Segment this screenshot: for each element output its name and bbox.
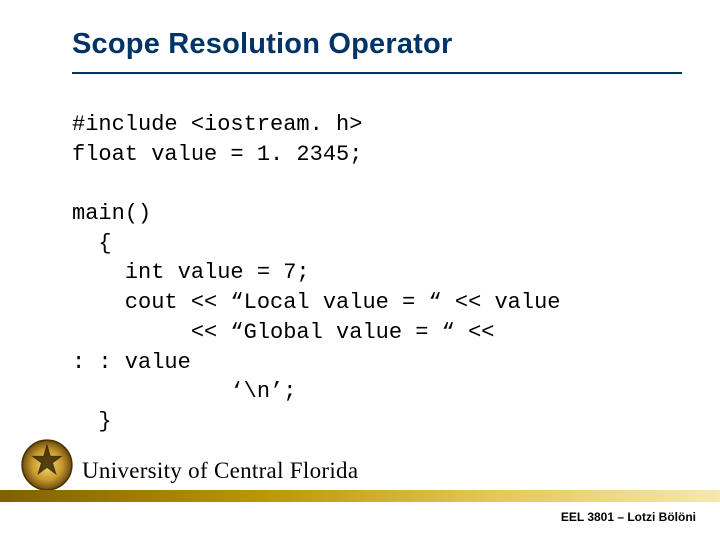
title-underline bbox=[72, 72, 682, 74]
course-credit: EEL 3801 – Lotzi Bölöni bbox=[561, 510, 696, 524]
slide-title: Scope Resolution Operator bbox=[72, 28, 680, 61]
university-wordmark: University of Central Florida bbox=[82, 458, 358, 484]
slide: Scope Resolution Operator #include <iost… bbox=[0, 0, 720, 540]
footer-gold-bar bbox=[0, 490, 720, 502]
ucf-logo-icon bbox=[20, 438, 74, 492]
code-block: #include <iostream. h> float value = 1. … bbox=[72, 110, 680, 437]
